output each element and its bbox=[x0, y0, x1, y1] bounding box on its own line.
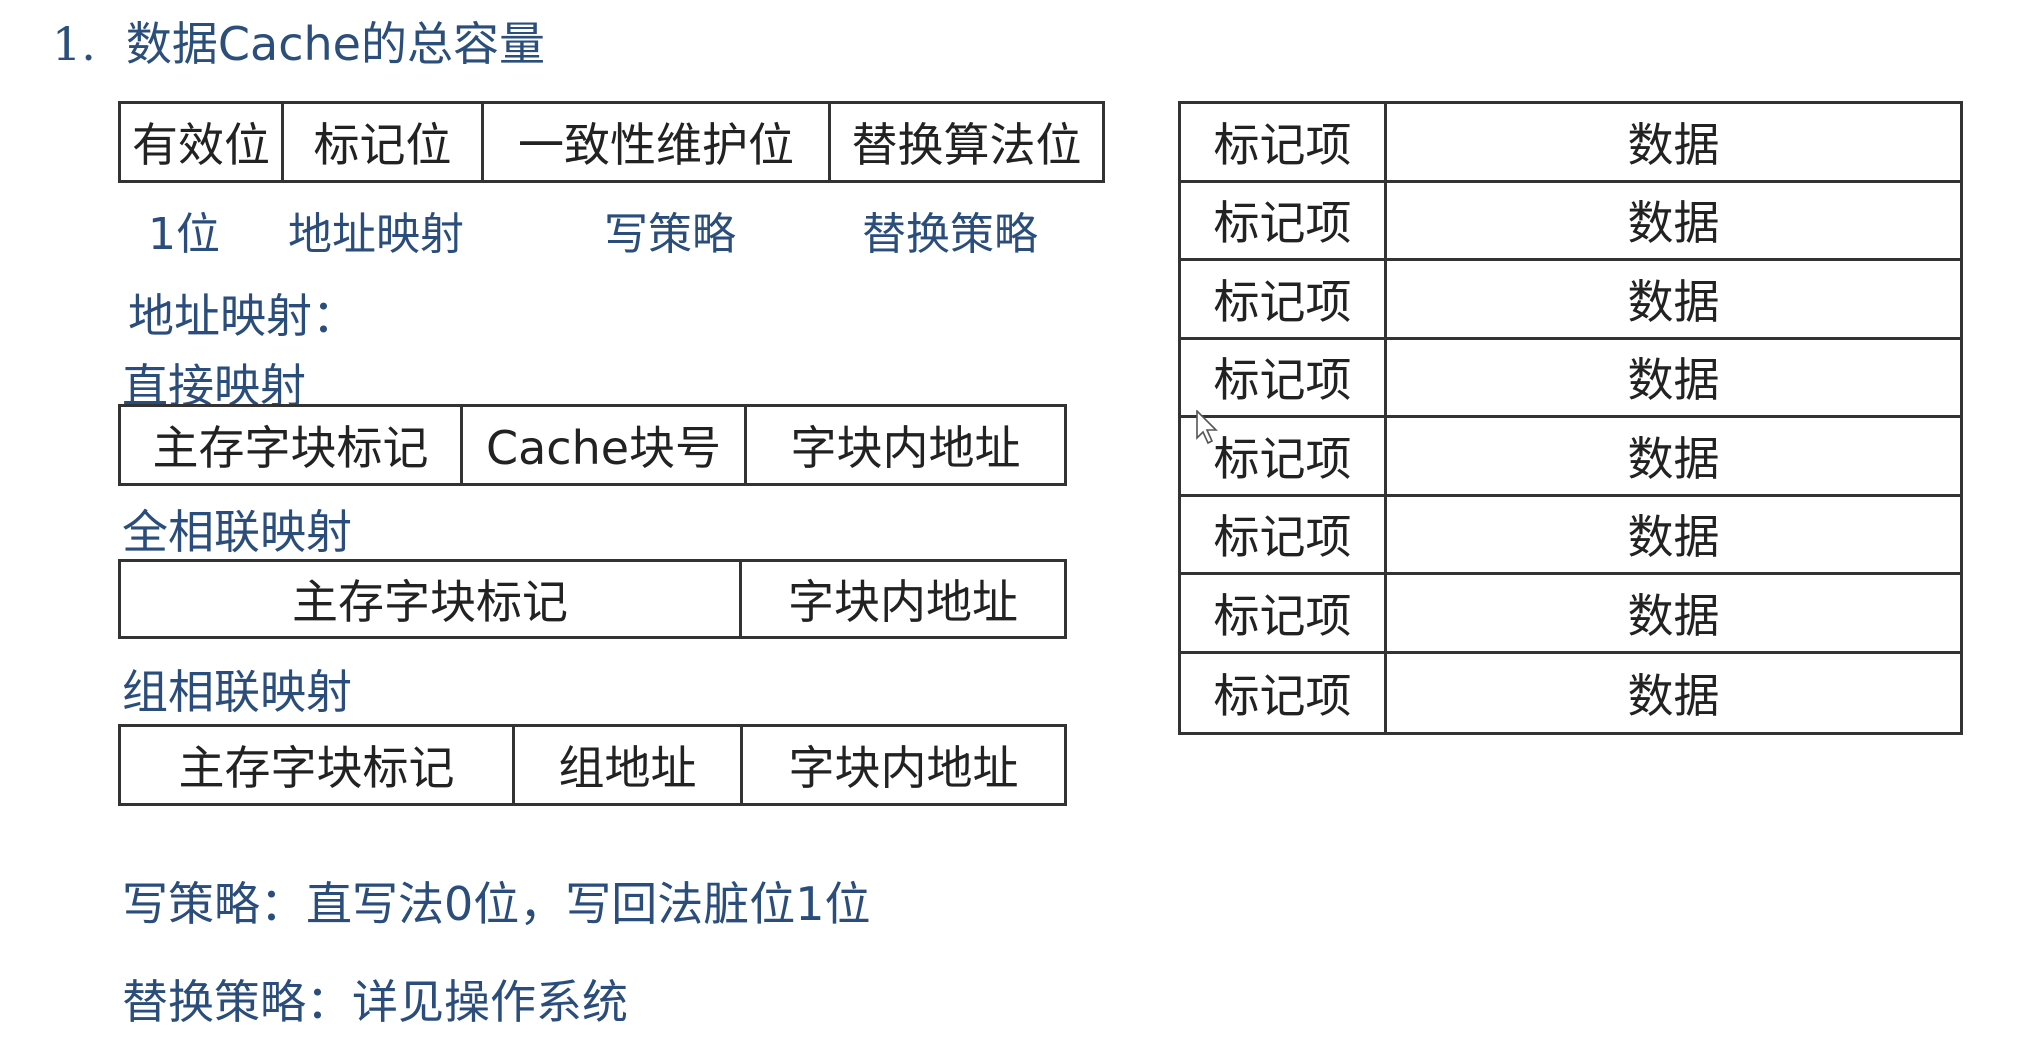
field-replacement-bit: 替换算法位 bbox=[851, 118, 1082, 172]
tag-cell: 标记项 bbox=[1181, 339, 1387, 415]
title-text: 数据Cache的总容量 bbox=[125, 17, 545, 71]
tag-cell: 标记项 bbox=[1181, 575, 1387, 651]
title-number: 1. bbox=[52, 17, 96, 71]
cache-table: 标记项 数据 标记项 数据 标记项 数据 标记项 数据 标记项 数据 标记项 数据 标记项数… bbox=[1178, 101, 1963, 735]
table-row: 标记项 数据 bbox=[1181, 182, 1960, 261]
data-cell: 数据 bbox=[1627, 510, 1720, 565]
data-cell: 数据 bbox=[1627, 588, 1720, 643]
table-row: 标记项 数据 bbox=[1181, 104, 1960, 183]
set-associative-fields: 主存字块标记 组地址 字块内地址 bbox=[118, 724, 1067, 806]
sa-field-set-address: 组地址 bbox=[515, 727, 743, 803]
set-associative-label: 组相联映射 bbox=[122, 665, 352, 719]
write-policy-text: 写策略：直写法0位，写回法脏位1位 bbox=[122, 877, 871, 931]
page-title: 1. 数据Cache的总容量 bbox=[52, 8, 545, 74]
fa-field-tag: 主存字块标记 bbox=[121, 562, 742, 636]
field-tag-bit: 标记位 bbox=[284, 104, 484, 180]
sa-field-tag: 主存字块标记 bbox=[121, 727, 515, 803]
field-coherence-bit: 一致性维护位 bbox=[484, 104, 831, 180]
fully-associative-fields: 主存字块标记 字块内地址 bbox=[118, 559, 1067, 639]
note-write-policy: 写策略 bbox=[604, 209, 736, 260]
fully-associative-label: 全相联映射 bbox=[122, 505, 352, 559]
data-cell: 数据 bbox=[1627, 668, 1720, 723]
cache-line-fields: 有效位 标记位 一致性维护位 替换算法位 bbox=[118, 101, 1105, 183]
note-valid-bit: 1位 bbox=[148, 209, 220, 260]
sa-field-offset: 字块内地址 bbox=[788, 741, 1019, 795]
direct-field-tag: 主存字块标记 bbox=[121, 407, 463, 483]
data-cell: 数据 bbox=[1627, 274, 1720, 329]
table-row: 标记项 数据 bbox=[1181, 339, 1960, 418]
address-mapping-label: 地址映射： bbox=[128, 289, 358, 343]
tag-cell: 标记项 bbox=[1181, 261, 1387, 337]
direct-field-offset: 字块内地址 bbox=[790, 421, 1021, 475]
tag-cell: 标记项 bbox=[1181, 496, 1387, 572]
tag-cell: 标记项 bbox=[1181, 104, 1387, 180]
replacement-policy-text: 替换策略：详见操作系统 bbox=[122, 975, 628, 1029]
table-row: 标记项 数据 bbox=[1181, 496, 1960, 575]
table-row: 标记项 数据 bbox=[1181, 418, 1960, 497]
data-cell: 数据 bbox=[1627, 431, 1720, 486]
tag-cell: 标记项 bbox=[1181, 653, 1387, 732]
table-row: 标记项 数据 bbox=[1181, 575, 1960, 654]
fa-field-offset: 字块内地址 bbox=[788, 575, 1018, 629]
data-cell: 数据 bbox=[1627, 353, 1720, 408]
field-valid-bit: 有效位 bbox=[121, 104, 284, 180]
table-row: 标记项 数据 bbox=[1181, 261, 1960, 340]
direct-mapping-fields: 主存字块标记 Cache块号 字块内地址 bbox=[118, 404, 1067, 486]
tag-cell: 标记项 bbox=[1181, 182, 1387, 258]
mouse-cursor-icon bbox=[1196, 410, 1218, 445]
table-row: 标记项 数据 bbox=[1181, 653, 1960, 732]
note-address-mapping: 地址映射 bbox=[288, 209, 464, 260]
data-cell: 数据 bbox=[1627, 196, 1720, 251]
direct-field-block-number: Cache块号 bbox=[463, 407, 747, 483]
data-cell: 数据 bbox=[1627, 117, 1720, 172]
note-replacement-policy: 替换策略 bbox=[862, 209, 1038, 260]
